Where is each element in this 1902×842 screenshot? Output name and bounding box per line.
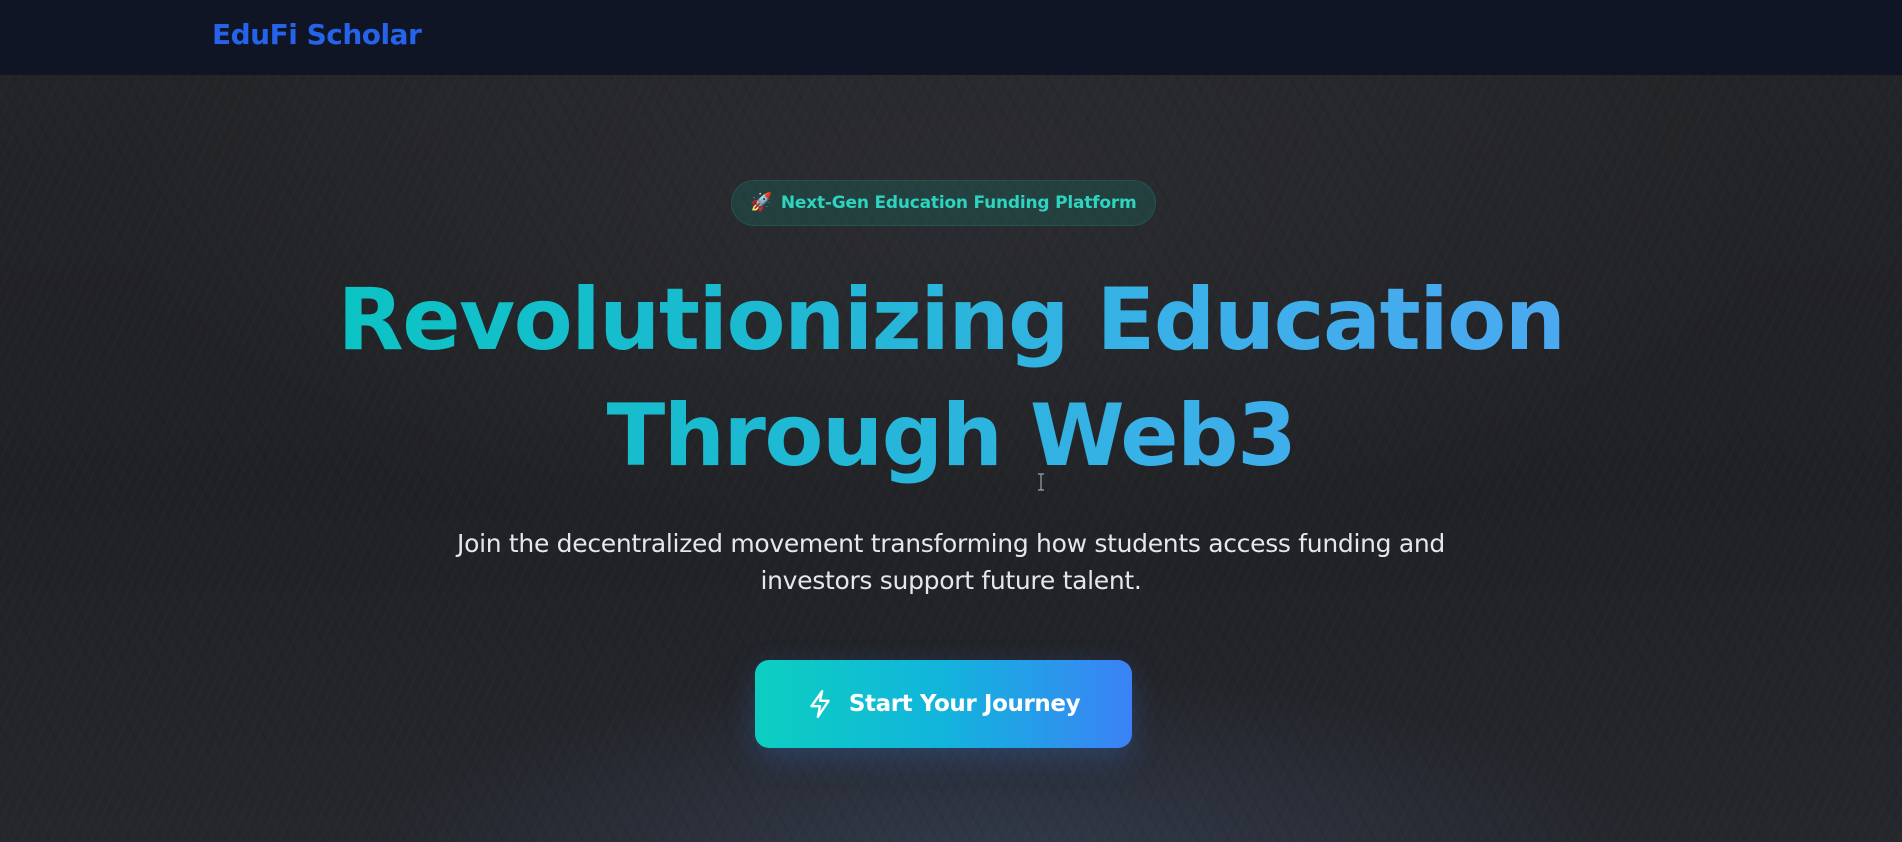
top-navbar: EduFi Scholar	[0, 0, 1902, 75]
headline-line-1: Revolutionizing Education	[337, 270, 1565, 370]
text-cursor-icon	[1038, 473, 1044, 491]
headline-line-2: Through Web3	[606, 386, 1296, 486]
platform-badge: 🚀 Next-Gen Education Funding Platform	[731, 180, 1156, 226]
start-journey-button[interactable]: Start Your Journey	[755, 660, 1132, 748]
hero-headline: Revolutionizing Education Through Web3	[200, 262, 1702, 494]
rocket-icon: 🚀	[750, 192, 773, 213]
start-journey-label: Start Your Journey	[848, 691, 1081, 717]
badge-label: Next-Gen Education Funding Platform	[780, 193, 1137, 213]
hero-subtitle: Join the decentralized movement transfor…	[457, 529, 1445, 595]
hero-section: 🚀 Next-Gen Education Funding Platform Re…	[0, 75, 1902, 842]
lightning-icon	[810, 689, 830, 719]
brand-logo-link[interactable]: EduFi Scholar	[212, 16, 422, 54]
